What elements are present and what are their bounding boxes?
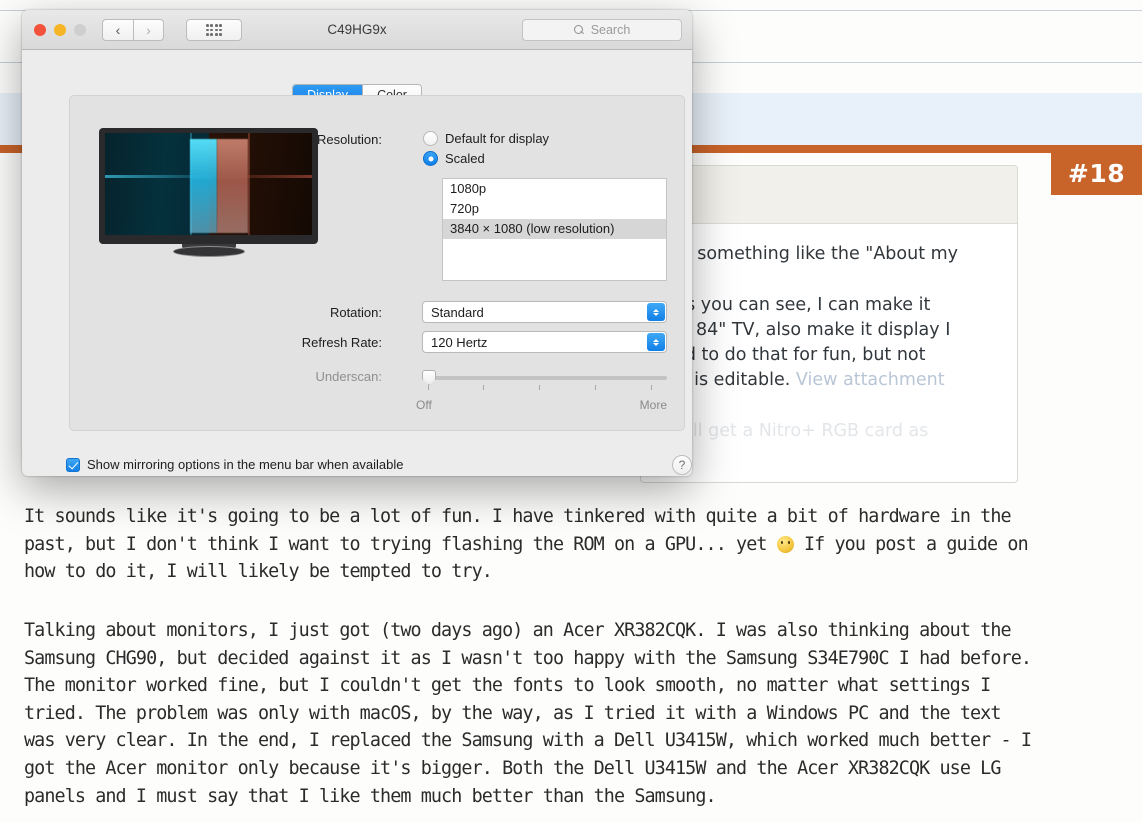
smiley-emoji-icon [776,535,794,553]
resolution-list-item[interactable]: 3840 × 1080 (low resolution) [443,219,666,239]
resolution-option-default-label: Default for display [445,131,550,146]
refresh-rate-value: 120 Hertz [431,334,488,350]
underscan-label: Underscan: [315,369,382,384]
underscan-slider-track[interactable] [422,376,667,380]
underscan-slider[interactable]: Off More [416,370,667,412]
rotation-stepper-icon[interactable] [647,303,665,321]
resolution-list-item[interactable]: 720p [443,199,666,219]
post-card: out something like the "About my . As yo… [640,165,1018,483]
resolution-label: Resolution: [316,132,382,147]
post-line-3: g a 84" TV, also make it display I [663,320,951,340]
refresh-rate-select[interactable]: 120 Hertz [422,331,667,353]
display-preferences-window: ‹ › C49HG9x Search Display Color [22,10,692,476]
post-line-2: . As you can see, I can make it [663,295,931,315]
post-faded-line: I will get a Nitro+ RGB card as [663,421,929,441]
underscan-max-label: More [639,398,667,412]
monitor-preview-image [99,128,318,257]
forum-paragraph-1: It sounds like it's going to be a lot of… [24,503,1038,586]
show-mirroring-options-label: Show mirroring options in the menu bar w… [87,457,404,472]
resolution-list-item[interactable]: 1080p [443,179,666,199]
help-button[interactable]: ? [672,455,692,475]
rotation-label: Rotation: [329,305,382,320]
resolution-list[interactable]: 1080p 720p 3840 × 1080 (low resolution) [442,178,667,281]
rotation-value: Standard [431,304,484,320]
resolution-option-default[interactable]: Default for display [423,131,549,146]
post-paragraph-2: . As you can see, I can make it g a 84" … [663,293,995,393]
search-field[interactable]: Search [522,19,682,41]
post-card-body: out something like the "About my . As yo… [641,224,1017,444]
underscan-slider-ticks [422,385,667,390]
search-placeholder: Search [590,23,631,37]
post-line-4: bad to do that for fun, but not [663,345,926,365]
post-line-1: out something like the "About my [663,244,959,264]
checkbox-icon[interactable] [66,457,80,472]
post-number-badge[interactable]: #18 [1051,152,1142,195]
forum-paragraph-2: Talking about monitors, I just got (two … [24,620,1032,807]
monitor-stand-base [172,246,245,257]
search-icon [573,24,585,36]
radio-scaled-icon [423,151,438,166]
radio-default-icon [423,131,438,146]
refresh-rate-stepper-icon[interactable] [647,333,665,351]
post-card-header [641,166,1017,224]
underscan-min-label: Off [416,398,432,412]
rotation-select[interactable]: Standard [422,301,667,323]
monitor-screen-wallpaper [105,133,312,235]
show-mirroring-options-checkbox[interactable]: Show mirroring options in the menu bar w… [66,457,404,472]
resolution-option-scaled-label: Scaled [445,151,485,166]
resolution-option-scaled[interactable]: Scaled [423,151,485,166]
window-titlebar: ‹ › C49HG9x Search [22,10,692,50]
refresh-rate-label: Refresh Rate: [301,335,382,350]
view-attachment-link[interactable]: View attachment [796,370,945,390]
